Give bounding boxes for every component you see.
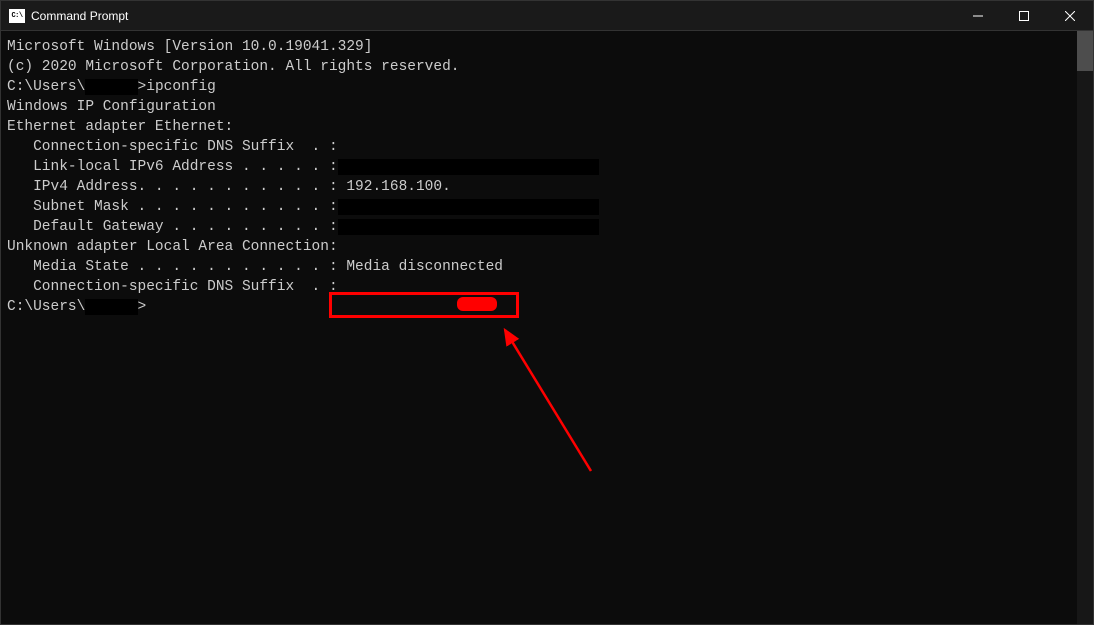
adapter-header: Unknown adapter Local Area Connection: <box>7 237 1071 257</box>
media-state-line: Media State . . . . . . . . . . . : Medi… <box>7 257 1071 277</box>
gateway-label: Default Gateway . . . . . . . . . : <box>7 219 338 235</box>
window-title: Command Prompt <box>31 9 955 23</box>
adapter-header: Ethernet adapter Ethernet: <box>7 117 1071 137</box>
subnet-label: Subnet Mask . . . . . . . . . . . : <box>7 199 338 215</box>
minimize-button[interactable] <box>955 1 1001 30</box>
ipv4-line: IPv4 Address. . . . . . . . . . . : 192.… <box>7 177 1071 197</box>
cmd-icon <box>9 9 25 23</box>
prompt-path: C:\Users\ <box>7 79 85 95</box>
ipv4-label: IPv4 Address. . . . . . . . . . . : <box>7 179 338 195</box>
prompt-cursor: > <box>138 299 147 315</box>
ipv4-value: 192.168.100. <box>338 179 451 195</box>
scrollbar[interactable] <box>1077 31 1093 624</box>
close-icon <box>1065 11 1075 21</box>
ipv6-line: Link-local IPv6 Address . . . . . : <box>7 157 1071 177</box>
prompt-line: C:\Users\ >ipconfig <box>7 77 1071 97</box>
ipconfig-header: Windows IP Configuration <box>7 97 1071 117</box>
redacted-username <box>85 79 137 95</box>
maximize-icon <box>1019 11 1029 21</box>
redacted-ipv6 <box>338 159 599 175</box>
subnet-line: Subnet Mask . . . . . . . . . . . : <box>7 197 1071 217</box>
output-line: (c) 2020 Microsoft Corporation. All righ… <box>7 57 1071 77</box>
terminal-area: Microsoft Windows [Version 10.0.19041.32… <box>1 31 1093 624</box>
redacted-gateway <box>338 219 599 235</box>
titlebar[interactable]: Command Prompt <box>1 1 1093 31</box>
command-text: >ipconfig <box>138 79 216 95</box>
window-controls <box>955 1 1093 30</box>
scrollbar-thumb[interactable] <box>1077 31 1093 71</box>
gateway-line: Default Gateway . . . . . . . . . : <box>7 217 1071 237</box>
close-button[interactable] <box>1047 1 1093 30</box>
command-prompt-window: Command Prompt Microsoft Windows [Versio… <box>0 0 1094 625</box>
dns-suffix-line: Connection-specific DNS Suffix . : <box>7 277 1071 297</box>
minimize-icon <box>973 11 983 21</box>
output-line: Microsoft Windows [Version 10.0.19041.32… <box>7 37 1071 57</box>
maximize-button[interactable] <box>1001 1 1047 30</box>
prompt-line: C:\Users\ > <box>7 297 1071 317</box>
terminal-output[interactable]: Microsoft Windows [Version 10.0.19041.32… <box>1 31 1077 624</box>
ipv6-label: Link-local IPv6 Address . . . . . : <box>7 159 338 175</box>
redacted-subnet <box>338 199 599 215</box>
dns-suffix-line: Connection-specific DNS Suffix . : <box>7 137 1071 157</box>
redacted-username <box>85 299 137 315</box>
arrow-annotation <box>491 316 611 486</box>
prompt-path: C:\Users\ <box>7 299 85 315</box>
